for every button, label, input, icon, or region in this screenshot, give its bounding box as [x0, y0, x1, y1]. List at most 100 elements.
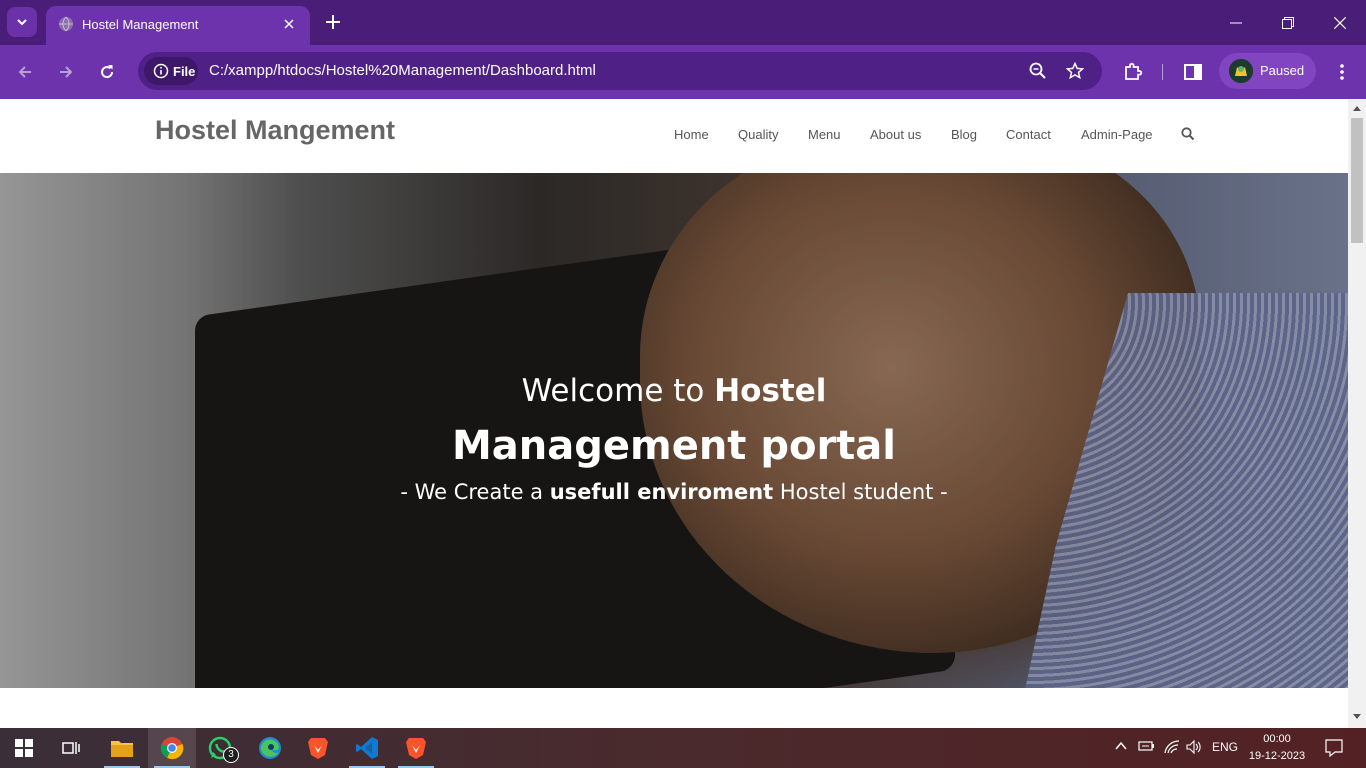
- show-hidden-icons-button[interactable]: [1115, 740, 1127, 754]
- scrollbar-thumb[interactable]: [1351, 118, 1363, 243]
- search-icon: [1181, 127, 1195, 141]
- minimize-button[interactable]: [1213, 8, 1259, 38]
- nav-admin-page[interactable]: Admin-Page: [1081, 127, 1153, 142]
- arrow-right-icon: [60, 66, 73, 78]
- battery-indicator[interactable]: [1138, 740, 1156, 755]
- site-search-button[interactable]: [1181, 127, 1195, 146]
- close-window-button[interactable]: [1317, 8, 1363, 38]
- reload-button[interactable]: [93, 58, 121, 86]
- site-info-label: File: [173, 63, 196, 79]
- volume-indicator[interactable]: [1186, 739, 1202, 757]
- taskbar-file-explorer[interactable]: [98, 728, 146, 768]
- tab-search-button[interactable]: [7, 7, 37, 37]
- web-page: Hostel Mangement Home Quality Menu About…: [0, 99, 1348, 728]
- tab-close-button[interactable]: [280, 15, 298, 33]
- hero-title: Management portal: [451, 423, 897, 469]
- taskbar-chrome[interactable]: [148, 728, 196, 768]
- hero-tagline: - We Create a usefull enviroment Hostel …: [0, 480, 1348, 504]
- nav-about-us[interactable]: About us: [870, 127, 921, 142]
- nav-menu[interactable]: Menu: [808, 127, 841, 142]
- taskbar-brave-2[interactable]: [392, 728, 440, 768]
- forward-button[interactable]: [52, 58, 80, 86]
- side-panel-button[interactable]: [1179, 58, 1207, 86]
- extensions-button[interactable]: [1119, 58, 1147, 86]
- whatsapp-badge: 3: [223, 747, 239, 763]
- restore-icon: [1282, 17, 1294, 29]
- speaker-icon: [1186, 739, 1201, 755]
- close-icon: [1334, 17, 1346, 29]
- info-icon: [153, 63, 169, 79]
- bookmark-button[interactable]: [1065, 61, 1085, 81]
- hero-welcome-text: Welcome to: [521, 373, 715, 409]
- puzzle-icon: [1125, 62, 1143, 80]
- zoom-out-icon: [1029, 62, 1046, 79]
- brave-icon: [308, 738, 328, 759]
- taskbar-edge[interactable]: [246, 728, 294, 768]
- input-language[interactable]: ENG: [1212, 740, 1238, 754]
- chevron-down-icon: [17, 19, 27, 26]
- minimize-icon: [1230, 22, 1242, 24]
- avatar: [1229, 59, 1253, 83]
- browser-tabbar: Hostel Management: [0, 0, 1366, 45]
- chevron-up-icon: [1115, 741, 1127, 750]
- profile-avatar-icon: [1229, 59, 1253, 83]
- system-clock[interactable]: 00:00 19-12-2023: [1246, 731, 1308, 765]
- browser-toolbar: File C:/xampp/htdocs/Hostel%20Management…: [0, 45, 1366, 99]
- windows-logo-icon: [15, 739, 33, 757]
- hero-tagline-pre: - We Create a: [400, 480, 550, 504]
- arrow-left-icon: [18, 66, 31, 78]
- tab-title: Hostel Management: [82, 17, 199, 32]
- browser-menu-button[interactable]: [1328, 58, 1356, 86]
- taskbar-whatsapp[interactable]: 3: [196, 728, 244, 768]
- taskbar-vscode[interactable]: [343, 728, 391, 768]
- task-view-icon: [62, 742, 80, 754]
- plus-icon: [326, 15, 340, 29]
- nav-contact[interactable]: Contact: [1006, 127, 1051, 142]
- profile-button[interactable]: Paused: [1219, 53, 1316, 89]
- clock-date: 19-12-2023: [1248, 750, 1306, 762]
- taskbar-brave[interactable]: [294, 728, 342, 768]
- site-brand[interactable]: Hostel Mangement: [155, 115, 395, 146]
- reload-icon: [101, 65, 114, 79]
- hero-tagline-post: Hostel student -: [773, 480, 948, 504]
- notification-icon: [1325, 739, 1343, 758]
- hero-tagline-bold: usefull enviroment: [549, 480, 774, 504]
- side-panel-icon: [1184, 64, 1202, 80]
- hero-welcome-bold: Hostel: [714, 373, 827, 409]
- site-navbar: Hostel Mangement Home Quality Menu About…: [0, 99, 1348, 174]
- star-icon: [1066, 62, 1084, 80]
- back-button[interactable]: [11, 58, 39, 86]
- windows-taskbar: 3 ENG 00:00 19-12-2023: [0, 728, 1366, 768]
- close-icon: [284, 19, 294, 29]
- toolbar-divider: [1162, 64, 1163, 80]
- notifications-button[interactable]: [1325, 739, 1343, 760]
- network-indicator[interactable]: [1164, 740, 1180, 757]
- profile-status: Paused: [1260, 63, 1305, 78]
- new-tab-button[interactable]: [322, 11, 344, 33]
- brave-icon: [406, 738, 426, 759]
- start-button[interactable]: [0, 728, 48, 768]
- restore-button[interactable]: [1265, 8, 1311, 38]
- vscode-icon: [356, 737, 378, 759]
- site-info-chip[interactable]: File: [144, 57, 198, 85]
- more-vertical-icon: [1340, 64, 1344, 80]
- hero-welcome-line: Welcome to Hostel: [0, 373, 1348, 409]
- task-view-button[interactable]: [48, 728, 96, 768]
- url-text: C:/xampp/htdocs/Hostel%20Management/Dash…: [209, 62, 596, 79]
- edge-icon: [259, 737, 281, 759]
- wifi-icon: [1164, 740, 1180, 754]
- address-bar[interactable]: File C:/xampp/htdocs/Hostel%20Management…: [138, 52, 1102, 90]
- nav-blog[interactable]: Blog: [951, 127, 977, 142]
- chrome-icon: [160, 737, 184, 760]
- browser-tab-active[interactable]: Hostel Management: [46, 6, 310, 45]
- scroll-up-icon: [1353, 106, 1361, 111]
- clock-time: 00:00: [1263, 733, 1291, 745]
- hero-banner: Welcome to Hostel Management portal - We…: [0, 173, 1348, 688]
- zoom-button[interactable]: [1028, 61, 1048, 81]
- nav-quality[interactable]: Quality: [738, 127, 778, 142]
- battery-icon: [1138, 741, 1154, 751]
- nav-home[interactable]: Home: [674, 127, 709, 142]
- scroll-down-icon: [1353, 714, 1361, 719]
- folder-icon: [111, 741, 133, 757]
- globe-icon: [59, 16, 73, 32]
